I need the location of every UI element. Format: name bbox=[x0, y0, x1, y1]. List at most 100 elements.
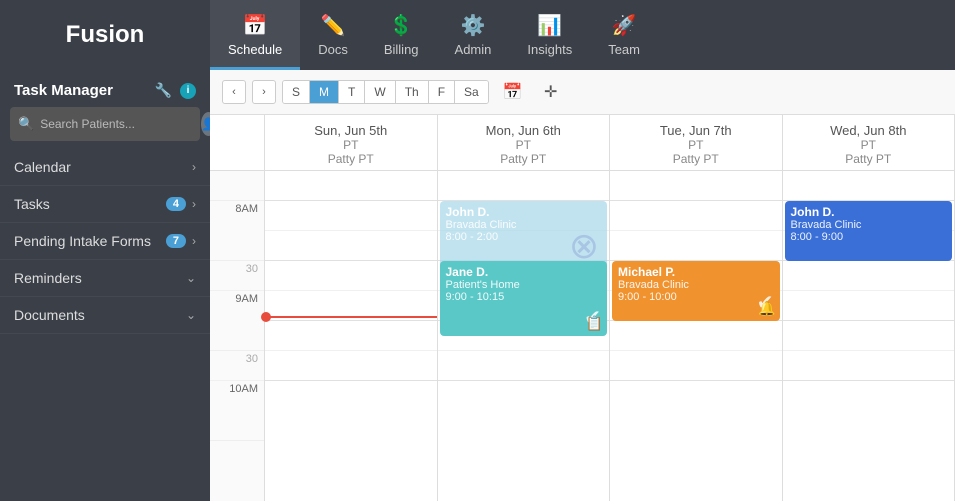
event-e4[interactable]: John D. Bravada Clinic 8:00 - 9:00 bbox=[785, 201, 953, 261]
nav-tab-schedule[interactable]: 📅 Schedule bbox=[210, 0, 300, 70]
sidebar-label-documents: Documents bbox=[14, 307, 85, 323]
sidebar-item-reminders[interactable]: Reminders ⌄ bbox=[0, 260, 210, 297]
day-staff-2: Patty PT bbox=[614, 152, 778, 166]
billing-icon: 💲 bbox=[389, 13, 414, 38]
current-time-line bbox=[265, 316, 437, 318]
toolbar-strip: ‹ › SMTWThFSa 📅 ✛ bbox=[210, 70, 955, 115]
chevron-reminders: ⌄ bbox=[186, 271, 196, 285]
event-e2[interactable]: Jane D. Patient's Home 9:00 - 10:15 ✔📋 bbox=[440, 261, 608, 336]
schedule-icon: 📅 bbox=[243, 13, 268, 38]
nav-tab-docs[interactable]: ✏️ Docs bbox=[300, 0, 366, 70]
day-btn-m[interactable]: M bbox=[310, 81, 339, 103]
billing-label: Billing bbox=[384, 42, 419, 57]
day-header-2: Tue, Jun 7th PT Patty PT bbox=[610, 115, 783, 170]
calendar-icon[interactable]: 📅 bbox=[499, 78, 527, 106]
chevron-calendar: › bbox=[192, 160, 196, 174]
time-row-0-3 bbox=[265, 261, 437, 291]
chevron-tasks: › bbox=[192, 197, 196, 211]
time-row-3-6 bbox=[783, 351, 955, 381]
event-e3[interactable]: Michael P. Bravada Clinic 9:00 - 10:00 ✔… bbox=[612, 261, 780, 321]
time-row-2-5 bbox=[610, 321, 782, 351]
sidebar-nav: Calendar › Tasks 4 › Pending Intake Form… bbox=[0, 149, 210, 334]
event-subtitle-e3: Bravada Clinic bbox=[618, 279, 774, 291]
event-time-e3: 9:00 - 10:00 bbox=[618, 291, 774, 303]
chevron-pending-intake: › bbox=[192, 234, 196, 248]
day-header-3: Wed, Jun 8th PT Patty PT bbox=[783, 115, 955, 170]
sidebar-label-tasks: Tasks bbox=[14, 196, 50, 212]
nav-tab-admin[interactable]: ⚙️ Admin bbox=[437, 0, 510, 70]
search-input[interactable] bbox=[40, 117, 195, 131]
event-time-e2: 9:00 - 10:15 bbox=[446, 291, 602, 303]
day-btn-f[interactable]: F bbox=[429, 81, 455, 103]
main-area: Task Manager 🔧 i 🔍 👤 Calendar › bbox=[0, 70, 955, 501]
insights-icon: 📊 bbox=[537, 13, 562, 38]
day-btn-th[interactable]: Th bbox=[396, 81, 429, 103]
calendar-header: Sun, Jun 5th PT Patty PT Mon, Jun 6th PT… bbox=[210, 115, 955, 171]
day-date-1: Mon, Jun 6th bbox=[442, 123, 606, 138]
time-row-3-5 bbox=[783, 321, 955, 351]
time-row-0-1 bbox=[265, 201, 437, 231]
team-label: Team bbox=[608, 42, 640, 57]
sidebar-search-bar[interactable]: 🔍 👤 bbox=[10, 107, 200, 141]
day-date-3: Wed, Jun 8th bbox=[787, 123, 951, 138]
admin-icon: ⚙️ bbox=[461, 13, 486, 38]
time-row-3-3 bbox=[783, 261, 955, 291]
time-row-2-6 bbox=[610, 351, 782, 381]
days-body: John D. Bravada Clinic 8:00 - 2:00 ⊗ Jan… bbox=[265, 171, 955, 501]
sidebar-header: Task Manager 🔧 i bbox=[0, 70, 210, 107]
day-btn-t[interactable]: T bbox=[339, 81, 365, 103]
day-header-0: Sun, Jun 5th PT Patty PT bbox=[265, 115, 438, 170]
day-col-body-0 bbox=[265, 171, 438, 501]
logo-text: Fusion bbox=[66, 21, 145, 49]
time-row-0-0 bbox=[265, 171, 437, 201]
top-nav: Fusion 📅 Schedule ✏️ Docs 💲 Billing ⚙️ A… bbox=[0, 0, 955, 70]
sidebar-item-documents[interactable]: Documents ⌄ bbox=[0, 297, 210, 334]
sidebar-label-reminders: Reminders bbox=[14, 270, 82, 286]
day-selector: SMTWThFSa bbox=[282, 80, 489, 104]
day-staff-0: Patty PT bbox=[269, 152, 433, 166]
time-row-0-5 bbox=[265, 321, 437, 351]
time-row-0-2 bbox=[265, 231, 437, 261]
chevron-documents: ⌄ bbox=[186, 308, 196, 322]
day-date-0: Sun, Jun 5th bbox=[269, 123, 433, 138]
nav-tab-team[interactable]: 🚀 Team bbox=[590, 0, 658, 70]
day-role-2: PT bbox=[614, 138, 778, 152]
day-role-1: PT bbox=[442, 138, 606, 152]
time-10am: 10AM bbox=[210, 381, 264, 441]
time-row-1-6 bbox=[438, 351, 610, 381]
prev-arrow[interactable]: ‹ bbox=[222, 80, 246, 104]
nav-tab-insights[interactable]: 📊 Insights bbox=[509, 0, 590, 70]
day-staff-1: Patty PT bbox=[442, 152, 606, 166]
day-header-1: Mon, Jun 6th PT Patty PT bbox=[438, 115, 611, 170]
sidebar-item-pending-intake[interactable]: Pending Intake Forms 7 › bbox=[0, 223, 210, 260]
time-col-header bbox=[210, 115, 265, 170]
logo-area: Fusion bbox=[0, 0, 210, 70]
day-btn-s[interactable]: S bbox=[283, 81, 310, 103]
insights-label: Insights bbox=[527, 42, 572, 57]
target-icon[interactable]: ✛ bbox=[537, 78, 565, 106]
time-row-3-0 bbox=[783, 171, 955, 201]
event-title-e2: Jane D. bbox=[446, 265, 602, 279]
time-930: 30 bbox=[210, 351, 264, 381]
time-slot-empty bbox=[210, 171, 264, 201]
time-row-1-0 bbox=[438, 171, 610, 201]
day-btn-w[interactable]: W bbox=[365, 81, 395, 103]
schedule-label: Schedule bbox=[228, 42, 282, 57]
badge-tasks: 4 bbox=[166, 197, 186, 211]
nav-tabs: 📅 Schedule ✏️ Docs 💲 Billing ⚙️ Admin 📊 … bbox=[210, 0, 955, 70]
sidebar-item-tasks[interactable]: Tasks 4 › bbox=[0, 186, 210, 223]
task-manager-title: Task Manager bbox=[14, 82, 113, 99]
nav-tab-billing[interactable]: 💲 Billing bbox=[366, 0, 437, 70]
sidebar: Task Manager 🔧 i 🔍 👤 Calendar › bbox=[0, 70, 210, 501]
bell-icon: 🔔 bbox=[758, 300, 775, 317]
time-9am: 9AM bbox=[210, 291, 264, 351]
sidebar-label-pending-intake: Pending Intake Forms bbox=[14, 233, 151, 249]
next-arrow[interactable]: › bbox=[252, 80, 276, 104]
day-role-3: PT bbox=[787, 138, 951, 152]
event-title-e1: John D. bbox=[446, 205, 602, 219]
sidebar-item-calendar[interactable]: Calendar › bbox=[0, 149, 210, 186]
event-subtitle-e4: Bravada Clinic bbox=[791, 219, 947, 231]
sidebar-label-calendar: Calendar bbox=[14, 159, 71, 175]
time-column: 8AM 30 9AM 30 10AM bbox=[210, 171, 265, 501]
day-btn-sa[interactable]: Sa bbox=[455, 81, 488, 103]
